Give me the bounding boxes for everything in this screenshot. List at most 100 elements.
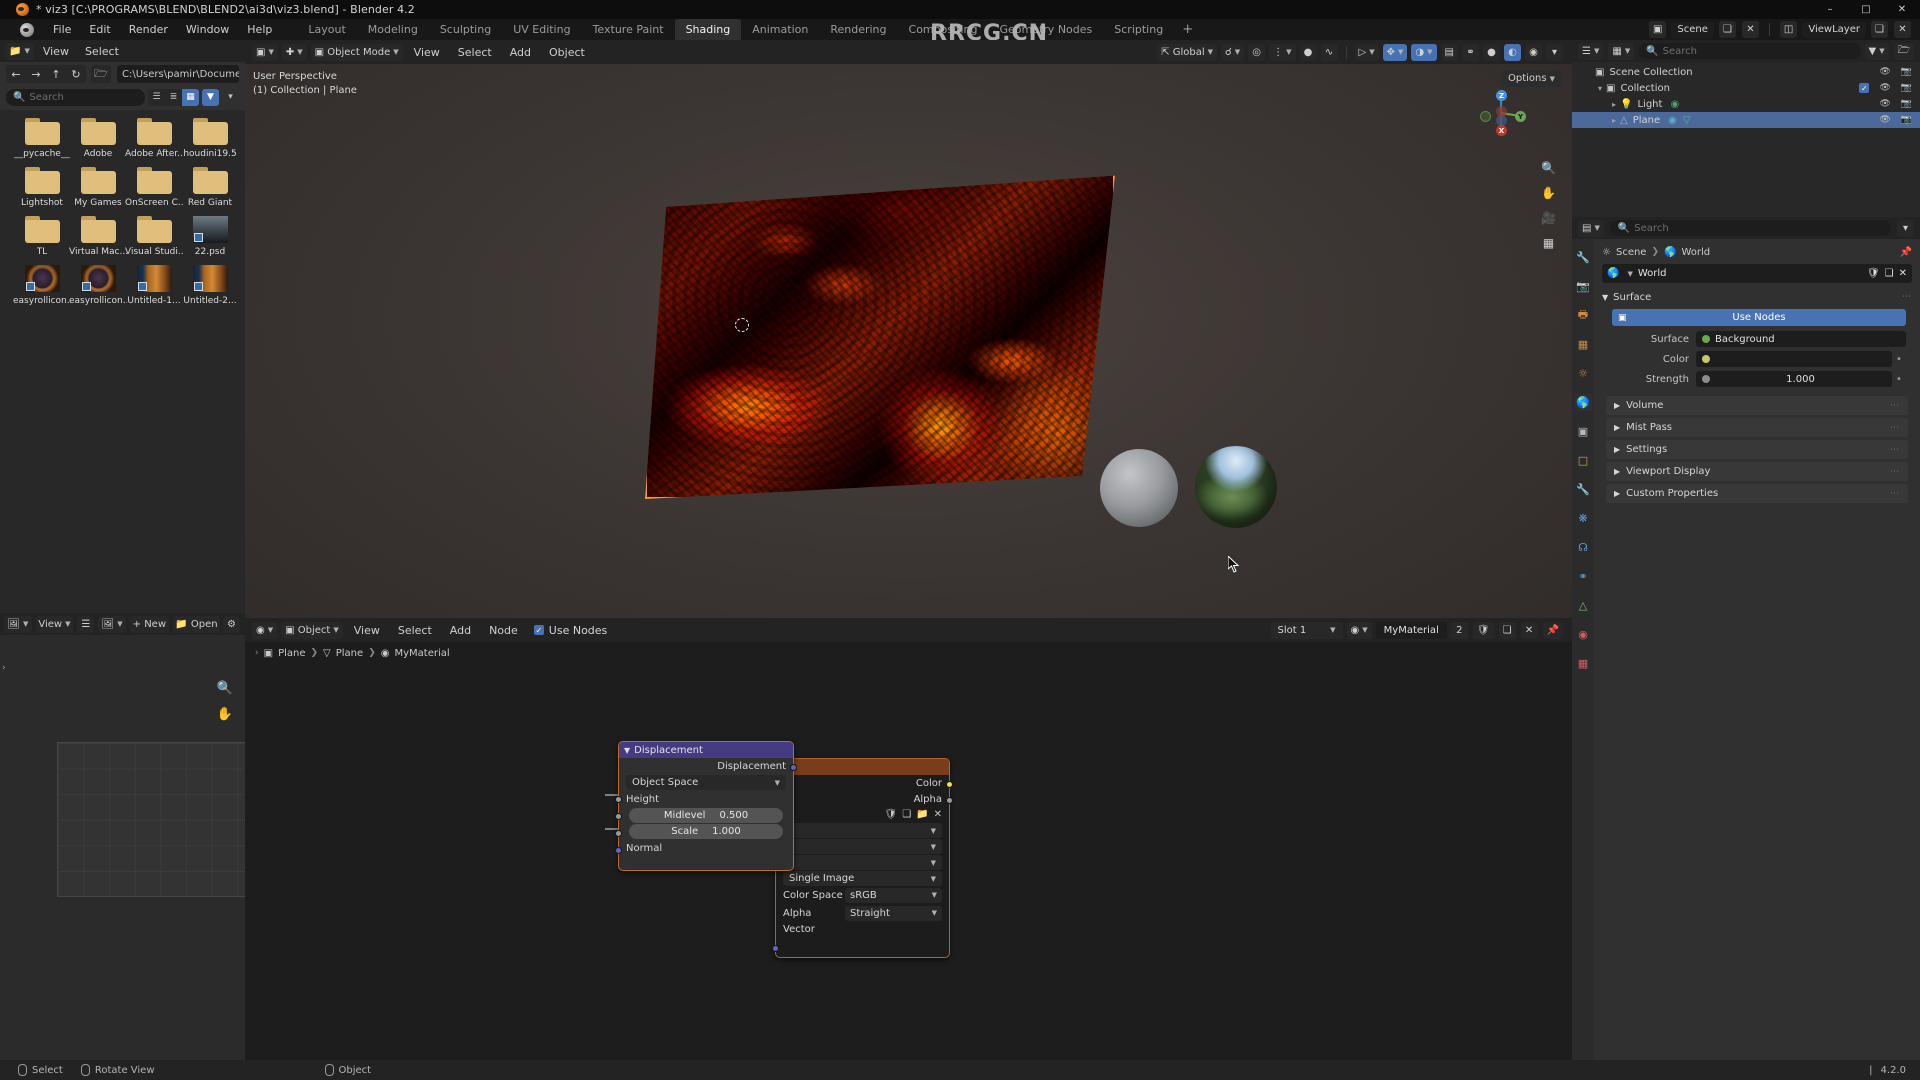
add-workspace-button[interactable]: + [1174, 22, 1201, 37]
properties-panel-header[interactable]: ▶ Volume ⋯ [1606, 396, 1908, 415]
breadcrumb-object[interactable]: Plane [278, 648, 305, 659]
file-item[interactable]: My Games [70, 167, 126, 208]
snap-magnet-icon[interactable]: ☌ ▼ [1221, 43, 1245, 61]
node-image-texture-header[interactable] [776, 759, 949, 775]
open-image-button[interactable]: 📁 Open [172, 615, 221, 633]
expand-arrow-icon[interactable]: ▸ [1612, 100, 1616, 109]
render-camera-icon[interactable]: 📷 [1901, 115, 1912, 125]
tab-material[interactable]: ◉ [1575, 626, 1592, 643]
new-image-button[interactable]: + New [129, 615, 169, 633]
world-name-field[interactable]: World [1638, 268, 1862, 279]
plane-object[interactable] [645, 169, 1115, 499]
duplicate-material-icon[interactable]: ❏ [1498, 621, 1516, 639]
use-nodes-button[interactable]: ▣ Use Nodes [1612, 309, 1906, 326]
file-item[interactable]: 22.psd [182, 216, 238, 257]
open-image-folder-icon[interactable]: 📁 [916, 809, 928, 820]
visibility-eye-icon[interactable]: 👁 [1879, 99, 1890, 109]
tab-object-data[interactable]: △ [1575, 597, 1592, 614]
breadcrumb-toggle-icon[interactable]: › [255, 648, 259, 658]
outliner-new-collection-icon[interactable]: 🗁 [1893, 42, 1914, 60]
file-search-input[interactable]: 🔍 Search [6, 88, 145, 106]
tab-scene[interactable]: ☼ [1575, 365, 1592, 382]
prop-value-strength[interactable]: 1.000 [1696, 371, 1892, 387]
viewport-menu-view[interactable]: View [406, 41, 448, 64]
unlink-world-icon[interactable]: ✕ [1899, 268, 1907, 279]
material-name-field[interactable]: MyMaterial [1375, 621, 1447, 639]
file-menu-select[interactable]: Select [77, 40, 127, 63]
tab-collection[interactable]: ▣ [1575, 423, 1592, 440]
shader-menu-add[interactable]: Add [442, 619, 479, 642]
tab-tool[interactable]: 🔧 [1575, 249, 1592, 266]
editor-type-outliner-icon[interactable]: ☰ ▼ [1578, 42, 1604, 60]
file-item[interactable]: Untitled-2... [182, 265, 238, 306]
properties-panel-header[interactable]: ▶ Custom Properties ⋯ [1606, 484, 1908, 503]
image-view-menu[interactable]: View ▼ [35, 615, 74, 633]
material-slot-selector[interactable]: Slot 1 ▼ [1270, 621, 1343, 639]
xray-toggle-icon[interactable]: ▤ [1440, 43, 1458, 61]
socket-color-output[interactable] [946, 781, 953, 788]
breadcrumb-material[interactable]: MyMaterial [394, 648, 449, 659]
show-overlays-icon[interactable]: ◑ ▼ [1411, 43, 1437, 61]
file-item[interactable]: Lightshot [14, 167, 70, 208]
proportional-falloff-icon[interactable]: ∿ [1320, 43, 1338, 61]
menu-edit[interactable]: Edit [80, 19, 119, 40]
tool-settings-icon[interactable]: ✚ ▼ [281, 43, 307, 61]
outliner-row[interactable]: ▸ △ Plane ◉ ▽ 👁 📷 [1572, 112, 1920, 128]
socket-vector-input[interactable] [772, 945, 779, 952]
outliner-filter-icon[interactable]: ▼ ▼ [1864, 42, 1889, 60]
material-data-icon[interactable]: ◉ [1668, 115, 1677, 126]
image-editor-body[interactable]: 🔍 ✋ › [0, 635, 257, 1060]
file-item[interactable]: Adobe [70, 118, 126, 159]
node-image-row-a[interactable]: ▼ [783, 823, 942, 838]
file-item[interactable]: OnScreen C... [125, 167, 183, 208]
menu-window[interactable]: Window [177, 19, 238, 40]
pivot-point-icon[interactable]: ⋮ ▼ [1269, 43, 1296, 61]
shader-menu-view[interactable]: View [346, 619, 388, 642]
image-options-icon[interactable]: ☰ [77, 615, 95, 633]
light-data-icon[interactable]: ◉ [1670, 99, 1679, 110]
file-menu-view[interactable]: View [35, 40, 77, 63]
unlink-scene-button[interactable]: ✕ [1741, 21, 1759, 38]
editor-type-3dview-icon[interactable]: ▣ ▼ [252, 43, 278, 61]
file-item[interactable]: TL [14, 216, 70, 257]
editor-type-shader-icon[interactable]: ◉ ▼ [252, 621, 278, 639]
new-viewlayer-button[interactable]: ❏ [1871, 21, 1888, 38]
node-displacement-header[interactable]: ▼ Displacement [619, 742, 793, 758]
file-item[interactable]: __pycache__ [14, 118, 70, 159]
collection-checkbox[interactable]: ✓ [1859, 83, 1870, 93]
close-button[interactable]: ✕ [1884, 0, 1920, 19]
mesh-data-icon[interactable]: ▽ [1683, 115, 1691, 126]
transform-orientation-selector[interactable]: ⇱ Global ▼ [1157, 43, 1218, 61]
node-image-row-c[interactable]: ▼ [783, 855, 942, 870]
node-displacement-scale[interactable]: Scale 1.000 [629, 824, 783, 839]
tab-constraints[interactable]: ⚭ [1575, 568, 1592, 585]
node-displacement-normal[interactable]: Normal [619, 840, 793, 856]
node-output-alpha[interactable]: Alpha [776, 791, 949, 807]
panel-surface-header[interactable]: ▼ Surface ⋯ [1602, 288, 1912, 306]
world-datablock-selector[interactable]: 🌎 ▼ World 🛡 ❏ ✕ [1602, 264, 1912, 283]
animate-strength-icon[interactable]: • [1892, 374, 1906, 385]
proportional-edit-icon[interactable]: ◎ [1248, 43, 1266, 61]
use-nodes-toggle[interactable]: ✓ Use Nodes [528, 624, 607, 637]
shader-type-selector[interactable]: ▣ Object ▼ [281, 621, 343, 639]
tab-shading[interactable]: Shading [674, 19, 742, 40]
render-camera-icon[interactable]: 📷 [1901, 83, 1912, 93]
expand-arrow-icon[interactable]: ▸ [1612, 116, 1616, 125]
editor-type-icon[interactable]: 📁 ▼ [5, 42, 34, 60]
socket-displacement-output[interactable] [790, 764, 797, 771]
outliner-row[interactable]: ▸ 💡 Light ◉ 👁 📷 [1572, 96, 1920, 112]
node-displacement-midlevel[interactable]: Midlevel 0.500 [629, 808, 783, 823]
pan-hand-icon[interactable]: ✋ [1541, 185, 1556, 200]
tab-rendering[interactable]: Rendering [819, 19, 897, 40]
scene-icon[interactable]: ▣ [1648, 21, 1667, 38]
file-item[interactable]: Visual Studi... [125, 216, 183, 257]
filter-icon[interactable]: ▼ [202, 88, 219, 106]
material-users-count[interactable]: 2 [1450, 621, 1468, 639]
new-scene-button[interactable]: ❏ [1718, 21, 1736, 38]
node-image-texture[interactable]: Color Alpha 🛡 ❏ 📁 ✕ ▼ ▼ ▼ Single Image▼ [772, 758, 953, 958]
display-detail-icon[interactable]: ≣ [165, 89, 182, 106]
object-mode-selector[interactable]: ▣ Object Mode ▼ [310, 43, 403, 61]
menu-help[interactable]: Help [238, 19, 281, 40]
remove-viewlayer-button[interactable]: ✕ [1894, 21, 1911, 38]
node-displacement-height[interactable]: Height [619, 791, 793, 807]
